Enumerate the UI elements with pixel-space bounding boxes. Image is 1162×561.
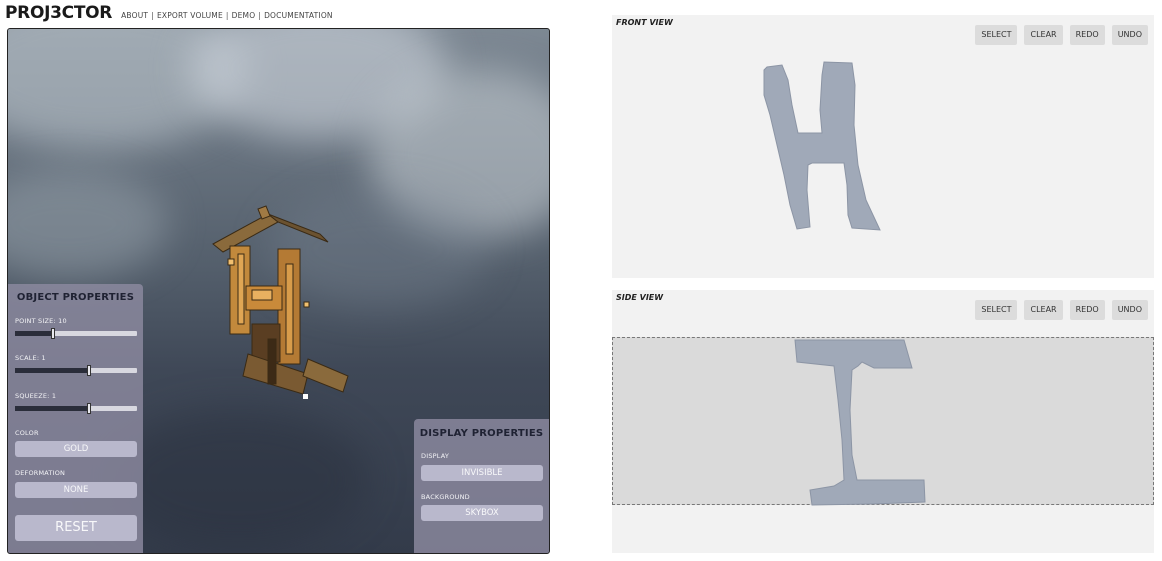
display-label: DISPLAY bbox=[421, 452, 450, 460]
deformation-label: DEFORMATION bbox=[15, 469, 66, 477]
nav-documentation-link[interactable]: DOCUMENTATION bbox=[264, 11, 333, 20]
squeeze-label: SQUEEZE: 1 bbox=[15, 392, 57, 400]
color-select-button[interactable]: GOLD bbox=[15, 441, 137, 457]
object-properties-panel: OBJECT PROPERTIES POINT SIZE: 10 SCALE: … bbox=[8, 284, 143, 553]
app-logo: PROJ3CTOR bbox=[5, 3, 113, 23]
slider-thumb[interactable] bbox=[87, 403, 91, 414]
nav-about-link[interactable]: ABOUT bbox=[121, 11, 148, 20]
side-view-drawn-shape bbox=[794, 339, 926, 506]
point-size-label: POINT SIZE: 10 bbox=[15, 317, 67, 325]
front-view-canvas[interactable]: FRONT VIEW SELECT CLEAR REDO UNDO bbox=[612, 15, 1154, 278]
point-size-slider[interactable] bbox=[15, 328, 137, 339]
object-properties-title: OBJECT PROPERTIES bbox=[16, 292, 135, 303]
color-label: COLOR bbox=[15, 429, 39, 437]
nav-separator: | bbox=[151, 11, 154, 20]
slider-fill bbox=[15, 368, 89, 373]
squeeze-slider[interactable] bbox=[15, 403, 137, 414]
display-properties-title: DISPLAY PROPERTIES bbox=[419, 428, 544, 439]
skybox-cloud bbox=[108, 409, 368, 549]
side-view-canvas[interactable]: SIDE VIEW SELECT CLEAR REDO UNDO bbox=[612, 290, 1154, 553]
slider-fill bbox=[15, 406, 89, 411]
top-nav: ABOUT | EXPORT VOLUME | DEMO | DOCUMENTA… bbox=[121, 11, 333, 20]
nav-demo-link[interactable]: DEMO bbox=[232, 11, 256, 20]
app-header: PROJ3CTOR ABOUT | EXPORT VOLUME | DEMO |… bbox=[5, 3, 333, 25]
display-properties-panel: DISPLAY PROPERTIES DISPLAY INVISIBLE BAC… bbox=[414, 419, 549, 553]
background-select-button[interactable]: SKYBOX bbox=[421, 505, 543, 521]
nav-separator: | bbox=[258, 11, 262, 20]
3d-viewport[interactable]: OBJECT PROPERTIES POINT SIZE: 10 SCALE: … bbox=[7, 28, 550, 554]
scale-slider[interactable] bbox=[15, 365, 137, 376]
background-label: BACKGROUND bbox=[421, 493, 470, 501]
display-select-button[interactable]: INVISIBLE bbox=[421, 465, 543, 481]
voxel-object[interactable] bbox=[208, 204, 368, 404]
skybox-cloud bbox=[8, 169, 168, 279]
scale-label: SCALE: 1 bbox=[15, 354, 46, 362]
slider-thumb[interactable] bbox=[87, 365, 91, 376]
reset-button[interactable]: RESET bbox=[15, 515, 137, 541]
nav-separator: | bbox=[225, 11, 229, 20]
slider-thumb[interactable] bbox=[51, 328, 55, 339]
front-view-drawn-shape bbox=[763, 61, 881, 231]
nav-export-volume-link[interactable]: EXPORT VOLUME bbox=[157, 11, 223, 20]
deformation-select-button[interactable]: NONE bbox=[15, 482, 137, 498]
slider-fill bbox=[15, 331, 53, 336]
